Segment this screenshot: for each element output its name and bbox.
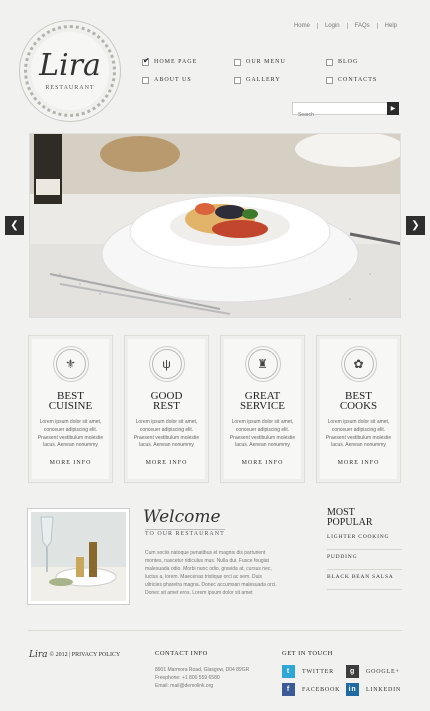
more-info-link[interactable]: MORE INFO — [221, 460, 304, 466]
welcome-text: Cum sociis natoque penatibus et magnis d… — [145, 550, 277, 596]
footer-divider — [28, 630, 402, 631]
feature-card-rest: ψ GOOD REST Lorem ipsum dolor sit amet, c… — [124, 335, 209, 483]
facebook-icon: f — [282, 683, 295, 696]
nav-item-gallery[interactable]: GALLERY — [234, 76, 326, 84]
feature-card-cooks: ✿ BEST COOKS Lorem ipsum dolor sit amet, … — [316, 335, 401, 483]
more-info-link[interactable]: MORE INFO — [125, 460, 208, 466]
popular-title: MOST POPULAR — [327, 507, 373, 528]
touch-title: GET IN TOUCH — [282, 650, 333, 657]
hero-slider — [29, 133, 401, 318]
logo-subtitle: RESTAURANT — [45, 85, 95, 91]
top-links: Home Login FAQs Help — [287, 23, 404, 29]
popular-item[interactable]: PUDDING — [327, 553, 402, 570]
slider-prev-button[interactable]: ❮ — [5, 216, 24, 235]
nav-item-contacts[interactable]: CONTACTS — [326, 76, 386, 84]
popular-list: LIGHTER COOKING PUDDING BLACK BEAN SALSA — [327, 533, 402, 593]
checkbox-icon — [142, 76, 149, 84]
more-info-link[interactable]: MORE INFO — [29, 460, 112, 466]
contact-title: CONTACT INFO — [155, 650, 208, 657]
top-link-help[interactable]: Help — [376, 23, 404, 29]
nav-item-about[interactable]: ABOUT US — [142, 76, 234, 84]
feature-text: Lorem ipsum dolor sit amet, conceuer adi… — [133, 419, 200, 449]
footer-brand: Lira © 2012 | PRIVACY POLICY — [29, 650, 120, 660]
social-linkedin[interactable]: in LINKEDIN — [346, 683, 401, 696]
top-link-home[interactable]: Home — [287, 23, 317, 29]
welcome-subtitle: TO OUR RESTAURANT — [145, 529, 225, 537]
nav-item-home[interactable]: HOME PAGE — [142, 56, 234, 66]
search-box: ▶ — [292, 102, 399, 121]
contact-info: 8901 Marmora Road, Glasgow, D04 89GR Fre… — [155, 666, 249, 690]
feature-title: GREAT SERVICE — [240, 390, 285, 412]
popular-item[interactable]: LIGHTER COOKING — [327, 533, 402, 550]
logo-script: Lira — [39, 48, 101, 83]
search-button[interactable]: ▶ — [387, 102, 399, 115]
contact-address: 8901 Marmora Road, Glasgow, D04 89GR — [155, 667, 250, 673]
footer-logo[interactable]: Lira — [29, 650, 48, 660]
footer-copyright[interactable]: © 2012 | PRIVACY POLICY — [50, 652, 121, 658]
feature-card-cuisine: ⚜ BEST CUISINE Lorem ipsum dolor sit amet… — [28, 335, 113, 483]
waiter-icon: ♜ — [247, 349, 278, 379]
logo[interactable]: Lira RESTAURANT — [19, 20, 121, 122]
social-twitter[interactable]: t TWITTER — [282, 665, 334, 678]
contact-phone: Freephone: +1 800 559 6580 — [155, 675, 220, 681]
chef-icon: ⚜ — [55, 349, 86, 379]
checkbox-icon — [326, 76, 333, 84]
more-info-link[interactable]: MORE INFO — [317, 460, 400, 466]
hero-food-image — [30, 134, 400, 317]
welcome-title: Welcome — [143, 507, 221, 527]
slider-next-button[interactable]: ❯ — [406, 216, 425, 235]
social-facebook[interactable]: f FACEBOOK — [282, 683, 340, 696]
search-input[interactable] — [293, 109, 385, 121]
main-nav: HOME PAGE OUR MENU BLOG ABOUT US GALLERY… — [142, 53, 392, 89]
welcome-image — [28, 509, 129, 604]
contact-email[interactable]: Email: mail@demolink.org — [155, 682, 249, 690]
nav-item-menu[interactable]: OUR MENU — [234, 58, 326, 66]
linkedin-icon: in — [346, 683, 359, 696]
checkbox-icon — [142, 56, 151, 66]
top-link-faqs[interactable]: FAQs — [346, 23, 377, 29]
feature-card-service: ♜ GREAT SERVICE Lorem ipsum dolor sit ame… — [220, 335, 305, 483]
social-google[interactable]: g GOOGLE+ — [346, 665, 400, 678]
cutlery-icon: ψ — [151, 349, 182, 379]
google-plus-icon: g — [346, 665, 359, 678]
checkbox-icon — [234, 58, 241, 66]
feature-text: Lorem ipsum dolor sit amet, conceuer adi… — [37, 419, 104, 449]
checkbox-icon — [326, 58, 333, 66]
feature-title: BEST CUISINE — [48, 390, 93, 412]
popular-item[interactable]: BLACK BEAN SALSA — [327, 573, 402, 590]
nav-item-blog[interactable]: BLOG — [326, 58, 386, 66]
feature-text: Lorem ipsum dolor sit amet, conceuer adi… — [229, 419, 296, 449]
feature-text: Lorem ipsum dolor sit amet, conceuer adi… — [325, 419, 392, 449]
feature-title: GOOD REST — [150, 390, 183, 412]
chef-hat-icon: ✿ — [343, 349, 374, 379]
feature-title: BEST COOKS — [339, 390, 378, 412]
top-link-login[interactable]: Login — [316, 23, 347, 29]
checkbox-icon — [234, 76, 241, 84]
twitter-icon: t — [282, 665, 295, 678]
